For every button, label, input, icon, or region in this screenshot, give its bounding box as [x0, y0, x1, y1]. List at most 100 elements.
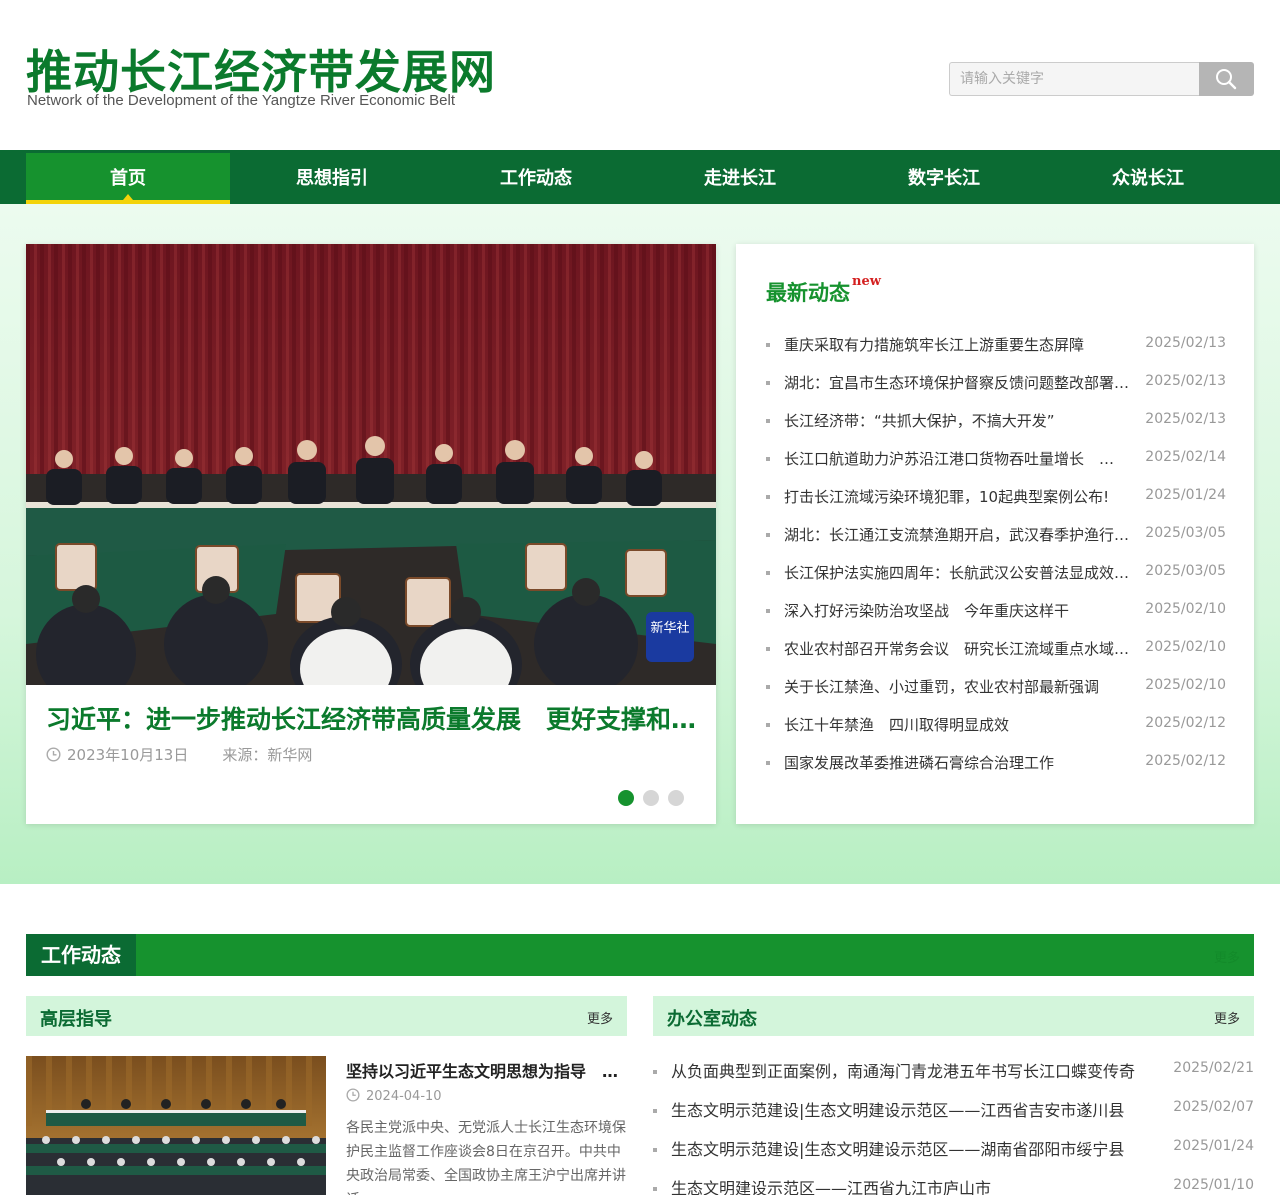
search-box: [949, 62, 1254, 96]
leader-section-header: 高层指导 更多: [26, 996, 627, 1036]
bullet-icon: [653, 1070, 657, 1074]
nav-item-thought[interactable]: 思想指引: [230, 150, 434, 204]
latest-news-item[interactable]: 湖北：宜昌市生态环境保护督察反馈问题整改部署会召开 2025/02/13: [766, 364, 1226, 402]
latest-news-item-title[interactable]: 长江经济带：“共抓大保护，不搞大开发”: [784, 402, 1134, 440]
office-news-item[interactable]: 生态文明建设示范区——江西省九江市庐山市 2025/01/10: [653, 1169, 1254, 1195]
latest-news-item-title[interactable]: 长江十年禁渔 四川取得明显成效: [784, 706, 1134, 744]
bullet-icon: [653, 1148, 657, 1152]
site-logo-subtitle: Network of the Development of the Yangtz…: [27, 92, 455, 109]
headline-carousel: 新华社 习近平：进一步推动长江经济带高质量发展 更好支撑和服务中国式现代化 20…: [26, 244, 716, 824]
bullet-icon: [653, 1109, 657, 1113]
office-more-link[interactable]: 更多: [1214, 1008, 1240, 1027]
office-section-title: 办公室动态: [667, 1009, 757, 1030]
bullet-icon: [766, 419, 770, 423]
carousel-dots: [618, 790, 693, 810]
site-header: 推动长江经济带发展网 Network of the Development of…: [0, 0, 1280, 150]
conference-photo: [26, 1056, 326, 1195]
latest-news-item-date: 2025/02/13: [1145, 335, 1226, 351]
bullet-icon: [653, 1187, 657, 1191]
carousel-dot-1[interactable]: [618, 790, 634, 806]
latest-news-item-title[interactable]: 农业农村部召开常务会议 研究长江流域重点水域禁捕: [784, 630, 1134, 668]
feature-article-title[interactable]: 坚持以习近平生态文明思想为指导 …: [346, 1058, 621, 1082]
main-nav: 首页 思想指引 工作动态 走进长江 数字长江 众说长江: [0, 150, 1280, 204]
clock-icon: [46, 747, 61, 762]
office-section-header: 办公室动态 更多: [653, 996, 1254, 1036]
office-news-item-date: 2025/01/24: [1173, 1138, 1254, 1154]
carousel-photo[interactable]: 新华社: [26, 244, 716, 685]
latest-news-item-title[interactable]: 湖北：长江通江支流禁渔期开启，武汉春季护渔行动启动: [784, 516, 1134, 554]
latest-news-item-title[interactable]: 国家发展改革委推进磷石膏综合治理工作: [784, 744, 1134, 782]
latest-news-item-title[interactable]: 长江口航道助力沪苏沿江港口货物吞吐量增长 …: [784, 440, 1134, 478]
work-section-title: 工作动态: [26, 934, 136, 976]
latest-news-item[interactable]: 国家发展改革委推进磷石膏综合治理工作 2025/02/12: [766, 744, 1226, 782]
latest-news-item-date: 2025/02/12: [1145, 753, 1226, 769]
watermark-text: 新华社: [650, 620, 689, 636]
latest-news-item[interactable]: 农业农村部召开常务会议 研究长江流域重点水域禁捕 2025/02/10: [766, 630, 1226, 668]
nav-item-voices[interactable]: 众说长江: [1046, 150, 1250, 204]
latest-news-item-date: 2025/02/10: [1145, 601, 1226, 617]
carousel-dot-3[interactable]: [668, 790, 684, 806]
latest-news-item[interactable]: 关于长江禁渔、小过重罚，农业农村部最新强调 2025/02/10: [766, 668, 1226, 706]
latest-news-item-title[interactable]: 关于长江禁渔、小过重罚，农业农村部最新强调: [784, 668, 1134, 706]
latest-news-item[interactable]: 深入打好污染防治攻坚战 今年重庆这样干 2025/02/10: [766, 592, 1226, 630]
office-news-item-date: 2025/02/07: [1173, 1099, 1254, 1115]
work-more-link[interactable]: 更多: [1214, 947, 1240, 966]
new-badge: new: [852, 274, 881, 289]
bullet-icon: [766, 609, 770, 613]
latest-news-item-title[interactable]: 深入打好污染防治攻坚战 今年重庆这样干: [784, 592, 1134, 630]
latest-news-item[interactable]: 湖北：长江通江支流禁渔期开启，武汉春季护渔行动启动 2025/03/05: [766, 516, 1226, 554]
latest-news-item-date: 2025/02/13: [1145, 411, 1226, 427]
office-news-item-date: 2025/01/10: [1173, 1177, 1254, 1193]
bullet-icon: [766, 457, 770, 461]
latest-news-item-date: 2025/02/12: [1145, 715, 1226, 731]
leader-more-link[interactable]: 更多: [587, 1008, 613, 1027]
latest-news-item[interactable]: 长江经济带：“共抓大保护，不搞大开发” 2025/02/13: [766, 402, 1226, 440]
latest-news-item-title[interactable]: 重庆采取有力措施筑牢长江上游重要生态屏障: [784, 326, 1134, 364]
leader-section-title: 高层指导: [40, 1009, 112, 1030]
office-news-item[interactable]: 从负面典型到正面案例，南通海门青龙港五年书写长江口蝶变传奇 2025/02/21: [653, 1052, 1254, 1091]
latest-news-item-title[interactable]: 长江保护法实施四周年：长航武汉公安普法显成效实效: [784, 554, 1134, 592]
latest-news-item-date: 2025/01/24: [1145, 487, 1226, 503]
nav-item-yangtze[interactable]: 走进长江: [638, 150, 842, 204]
bullet-icon: [766, 761, 770, 765]
latest-news-item[interactable]: 打击长江流域污染环境犯罪，10起典型案例公布! 2025/01/24: [766, 478, 1226, 516]
nav-item-digital[interactable]: 数字长江: [842, 150, 1046, 204]
latest-news-item-date: 2025/02/10: [1145, 677, 1226, 693]
carousel-dot-2[interactable]: [643, 790, 659, 806]
latest-news-item-title[interactable]: 湖北：宜昌市生态环境保护督察反馈问题整改部署会召开: [784, 364, 1134, 402]
feature-article-summary: 各民主党派中央、无党派人士长江生态环境保护民主监督工作座谈会8日在京召开。中共中…: [346, 1120, 626, 1195]
carousel-title[interactable]: 习近平：进一步推动长江经济带高质量发展 更好支撑和服务中国式现代化: [46, 700, 701, 736]
bullet-icon: [766, 685, 770, 689]
feature-article-date-row: 2024-04-10: [346, 1088, 442, 1104]
bullet-icon: [766, 723, 770, 727]
feature-photo[interactable]: [26, 1056, 326, 1195]
office-news-item-title[interactable]: 从负面典型到正面案例，南通海门青龙港五年书写长江口蝶变传奇: [671, 1052, 1151, 1091]
office-news-item-title[interactable]: 生态文明示范建设|生态文明建设示范区——湖南省邵阳市绥宁县: [671, 1130, 1151, 1169]
nav-item-home[interactable]: 首页: [26, 153, 230, 204]
office-news-item[interactable]: 生态文明示范建设|生态文明建设示范区——江西省吉安市遂川县 2025/02/07: [653, 1091, 1254, 1130]
feature-article-date: 2024-04-10: [366, 1089, 442, 1104]
nav-item-work[interactable]: 工作动态: [434, 150, 638, 204]
active-caret-icon: [123, 194, 133, 200]
latest-news-item-date: 2025/03/05: [1145, 563, 1226, 579]
bullet-icon: [766, 571, 770, 575]
office-news-item-title[interactable]: 生态文明建设示范区——江西省九江市庐山市: [671, 1169, 1151, 1195]
bullet-icon: [766, 381, 770, 385]
latest-news-title: 最新动态: [766, 281, 850, 305]
latest-news-item[interactable]: 长江保护法实施四周年：长航武汉公安普法显成效实效 2025/03/05: [766, 554, 1226, 592]
latest-news-item-title[interactable]: 打击长江流域污染环境犯罪，10起典型案例公布!: [784, 478, 1134, 516]
bullet-icon: [766, 495, 770, 499]
latest-news-item-date: 2025/03/05: [1145, 525, 1226, 541]
search-button[interactable]: [1199, 62, 1254, 96]
meeting-photo: 新华社: [26, 244, 716, 685]
office-news-item-title[interactable]: 生态文明示范建设|生态文明建设示范区——江西省吉安市遂川县: [671, 1091, 1151, 1130]
latest-news-item[interactable]: 重庆采取有力措施筑牢长江上游重要生态屏障 2025/02/13: [766, 326, 1226, 364]
latest-news-item[interactable]: 长江十年禁渔 四川取得明显成效 2025/02/12: [766, 706, 1226, 744]
carousel-meta: 2023年10月13日 来源：新华网: [46, 744, 312, 765]
office-news-item[interactable]: 生态文明示范建设|生态文明建设示范区——湖南省邵阳市绥宁县 2025/01/24: [653, 1130, 1254, 1169]
search-input[interactable]: [949, 62, 1200, 96]
search-icon: [1216, 69, 1237, 90]
carousel-date: 2023年10月13日: [67, 746, 189, 764]
latest-news-item[interactable]: 长江口航道助力沪苏沿江港口货物吞吐量增长 … 2025/02/14: [766, 440, 1226, 478]
work-section-header: 工作动态 更多: [26, 934, 1254, 976]
